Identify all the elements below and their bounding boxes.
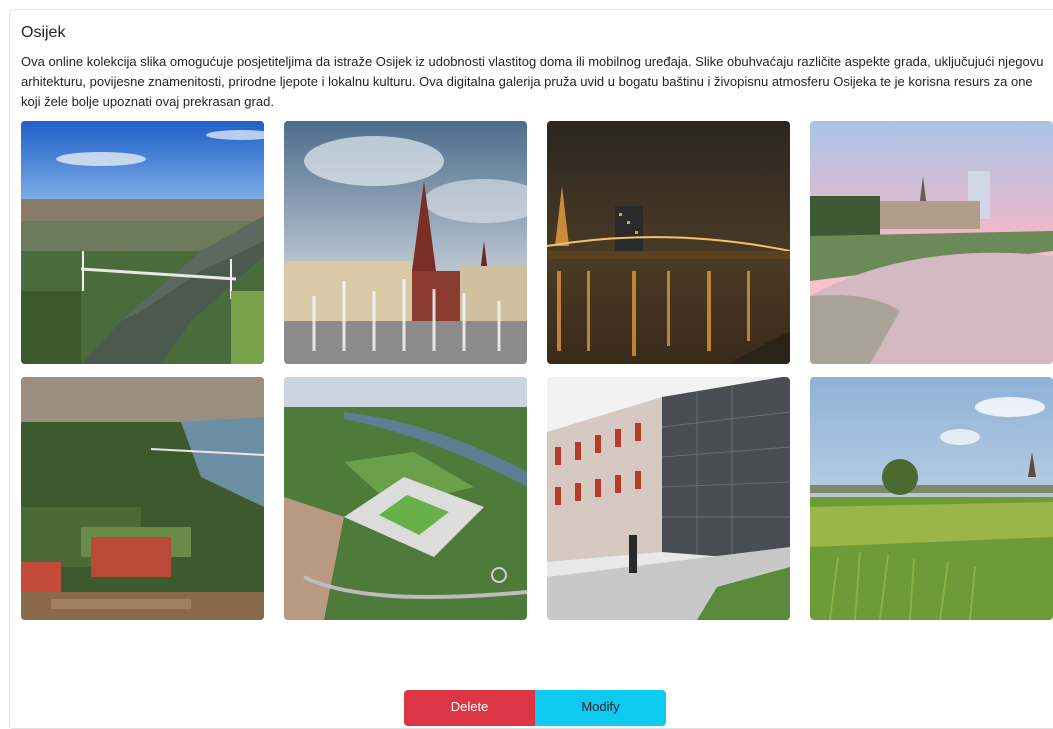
page-description: Ova online kolekcija slika omogućuje pos… (21, 54, 1044, 109)
night-river-photo[interactable] (547, 121, 790, 364)
modify-button[interactable]: Modify (535, 690, 666, 726)
page-title: Osijek (21, 24, 66, 41)
aerial-bridge-photo[interactable] (21, 121, 264, 364)
stadium-render-photo[interactable] (284, 377, 527, 620)
modern-building-photo[interactable] (547, 377, 790, 620)
photo-gallery (21, 121, 1053, 620)
delete-button[interactable]: Delete (404, 690, 535, 726)
aerial-fortress-photo[interactable] (21, 377, 264, 620)
cathedral-fountain-photo[interactable] (284, 121, 527, 364)
river-sunset-photo[interactable] (810, 121, 1053, 364)
river-meadow-photo[interactable] (810, 377, 1053, 620)
action-buttons: Delete Modify (404, 690, 666, 726)
